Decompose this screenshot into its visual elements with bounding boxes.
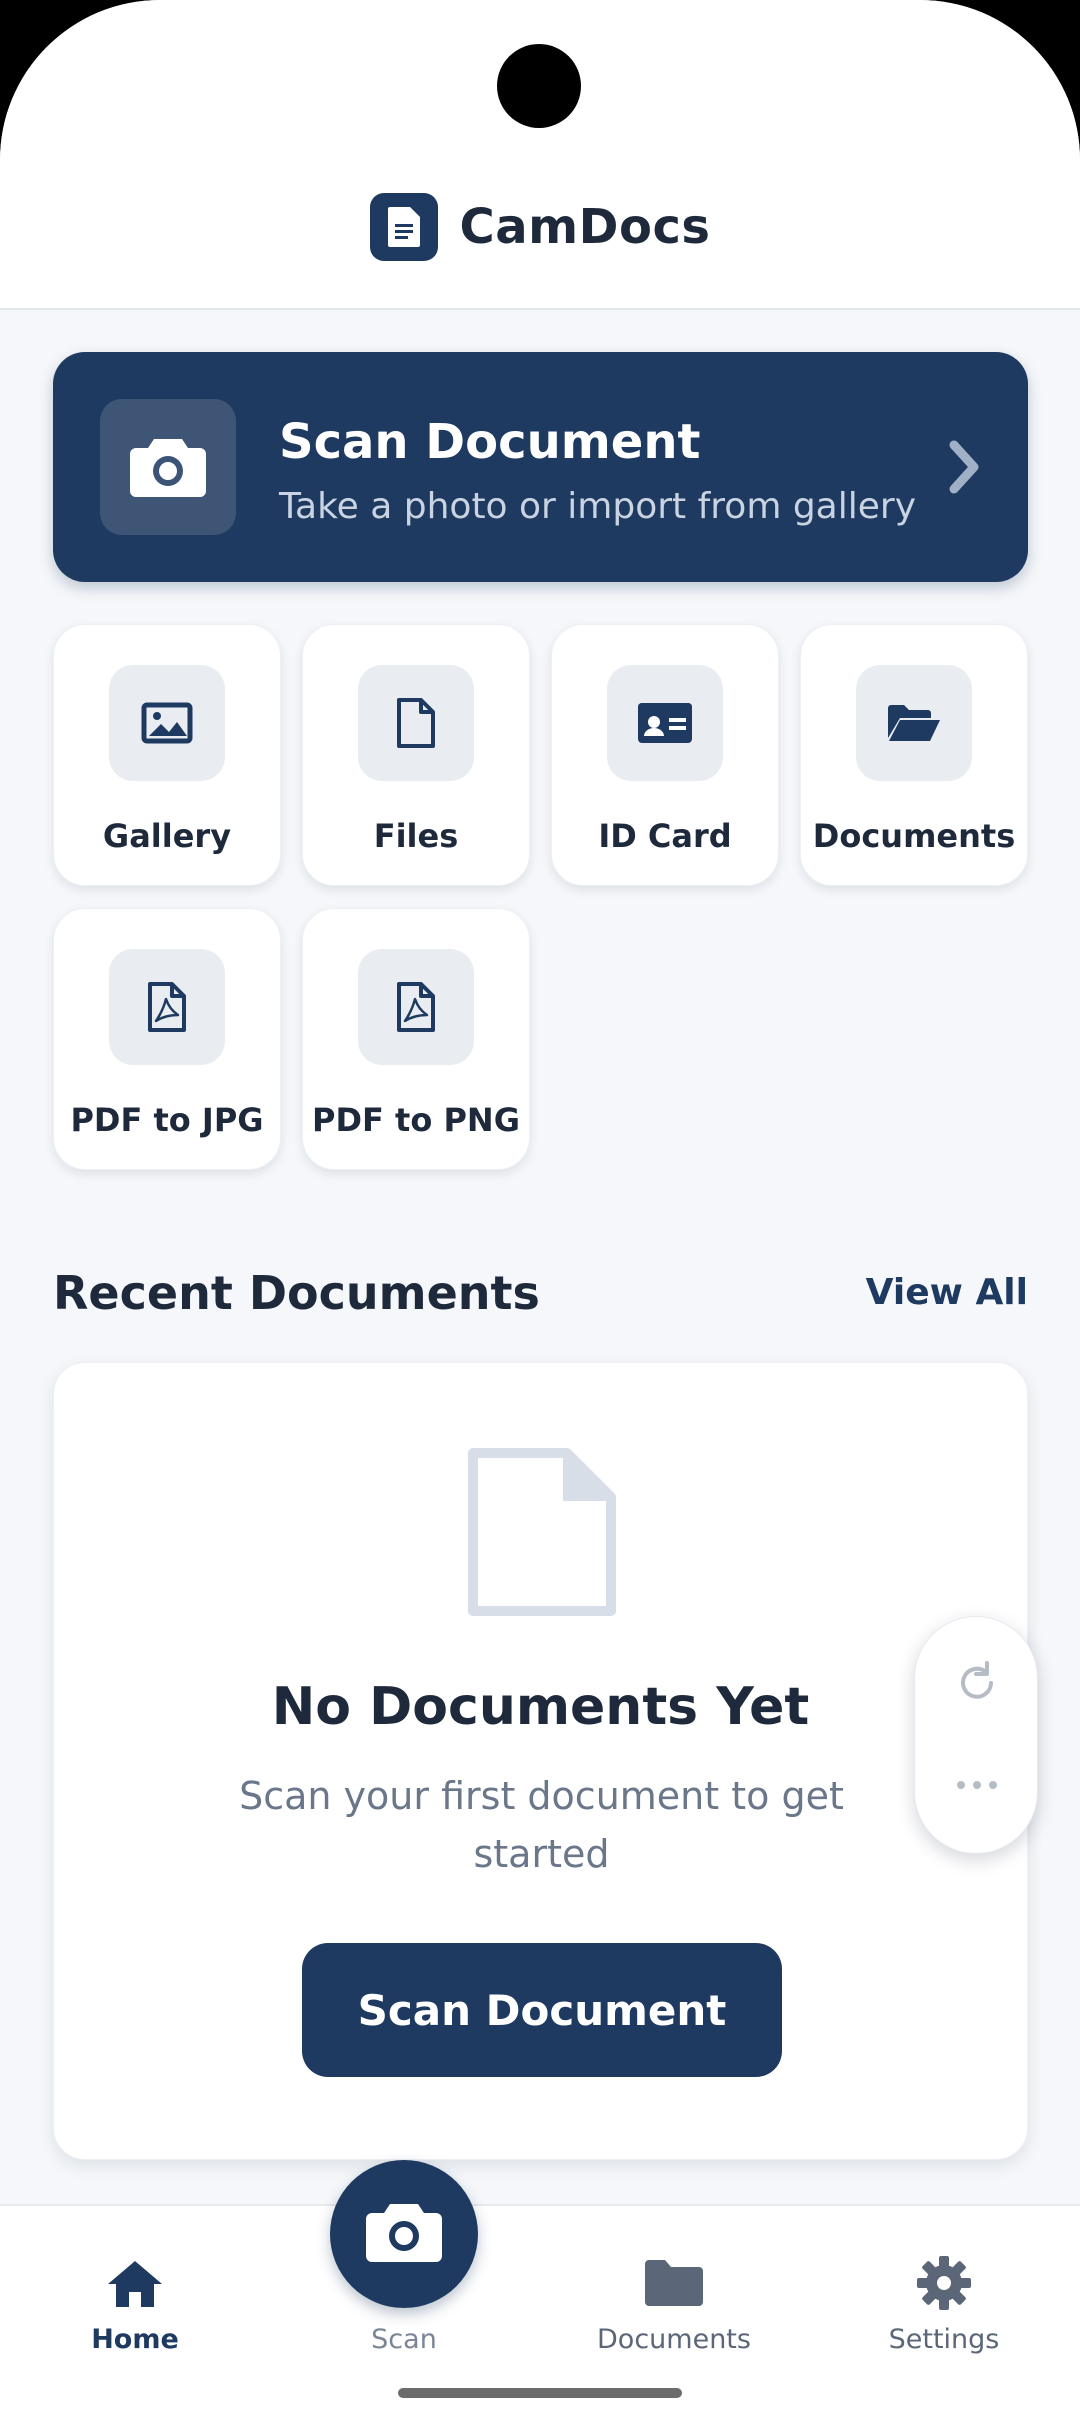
chevron-right-icon <box>944 437 984 501</box>
more-horizontal-icon[interactable] <box>953 1777 1001 1797</box>
recent-documents-title: Recent Documents <box>53 1266 540 1320</box>
empty-document-icon <box>467 1447 617 1621</box>
scan-document-button[interactable]: Scan Document <box>302 1943 782 2077</box>
tile-pdf-to-jpg[interactable]: PDF to JPG <box>53 908 281 1170</box>
refresh-icon[interactable] <box>953 1659 1001 1711</box>
app-screen: CamDocs Scan Document Take a photo or im… <box>0 0 1080 2424</box>
tile-label: PDF to PNG <box>312 1101 520 1139</box>
app-title: CamDocs <box>459 199 711 255</box>
camera-icon <box>364 2200 444 2268</box>
view-all-link[interactable]: View All <box>866 1272 1028 1313</box>
nav-item-home[interactable]: Home <box>25 2250 245 2355</box>
nav-label: Home <box>91 2324 179 2355</box>
tile-gallery[interactable]: Gallery <box>53 624 281 886</box>
floating-actions-pill <box>914 1616 1038 1854</box>
document-logo-icon <box>369 193 438 261</box>
scan-card-title: Scan Document <box>279 414 701 470</box>
scan-document-card[interactable]: Scan Document Take a photo or import fro… <box>53 352 1028 582</box>
empty-state-subtitle: Scan your first document to get started <box>239 1774 844 1876</box>
tile-files[interactable]: Files <box>302 624 530 886</box>
scan-card-subtitle: Take a photo or import from gallery <box>279 486 916 527</box>
tile-pdf-to-png[interactable]: PDF to PNG <box>302 908 530 1170</box>
tile-label: ID Card <box>598 817 732 855</box>
empty-state-card: No Documents Yet Scan your first documen… <box>53 1362 1028 2160</box>
camera-icon <box>100 399 236 535</box>
nav-label: Scan <box>371 2324 437 2355</box>
brand: CamDocs <box>0 192 1080 262</box>
tile-label: Files <box>373 817 459 855</box>
folder-icon <box>564 2250 784 2316</box>
nav-label: Documents <box>597 2324 751 2355</box>
nav-item-settings[interactable]: Settings <box>834 2250 1054 2355</box>
image-icon <box>109 665 225 781</box>
tile-label: PDF to JPG <box>70 1101 264 1139</box>
tile-label: Gallery <box>102 817 232 855</box>
tile-label: Documents <box>812 817 1016 855</box>
camera-cutout <box>497 44 581 128</box>
tile-id-card[interactable]: ID Card <box>551 624 779 886</box>
gear-icon <box>834 2250 1054 2316</box>
nav-item-documents[interactable]: Documents <box>564 2250 784 2355</box>
empty-state-title: No Documents Yet <box>271 1677 810 1737</box>
scan-fab-button[interactable] <box>330 2160 478 2308</box>
tile-documents[interactable]: Documents <box>800 624 1028 886</box>
folder-open-icon <box>856 665 972 781</box>
home-indicator <box>398 2388 682 2398</box>
file-icon <box>358 665 474 781</box>
pdf-icon <box>109 949 225 1065</box>
nav-label: Settings <box>888 2324 1000 2355</box>
home-icon <box>25 2250 245 2316</box>
id-card-icon <box>607 665 723 781</box>
pdf-icon <box>358 949 474 1065</box>
